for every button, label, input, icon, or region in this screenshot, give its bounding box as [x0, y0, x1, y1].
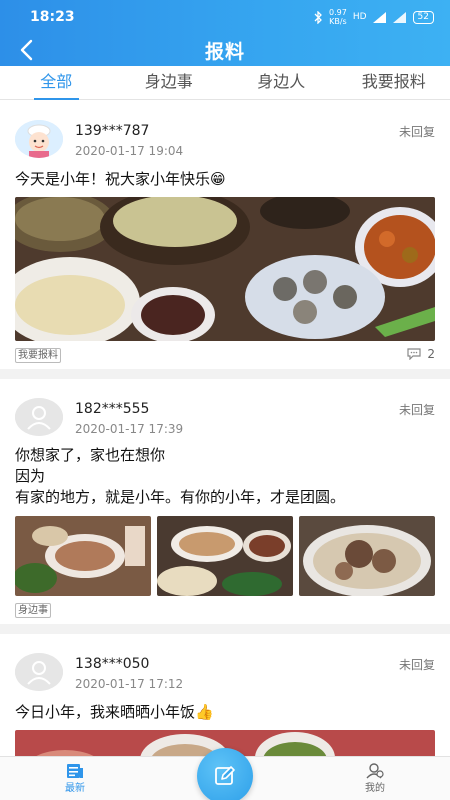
comment-button[interactable]: 2 — [407, 347, 435, 361]
tab-submit-report[interactable]: 我要报料 — [338, 66, 450, 99]
news-icon — [67, 764, 83, 778]
username[interactable]: 139***787 — [75, 123, 149, 139]
post-time: 2020-01-17 17:39 — [75, 422, 184, 436]
battery-indicator: 52 — [412, 10, 434, 24]
tab-nearby-people[interactable]: 身边人 — [225, 66, 338, 99]
username[interactable]: 182***555 — [75, 401, 149, 417]
post-content: 今天是小年！祝大家小年快乐😁 — [15, 170, 226, 188]
post-time: 2020-01-17 17:12 — [75, 677, 184, 691]
post-footer: 我要报料 2 — [15, 341, 435, 369]
default-avatar-icon — [15, 398, 63, 436]
chef-avatar-icon — [15, 120, 63, 158]
reply-status: 未回复 — [398, 125, 435, 139]
back-button[interactable] — [12, 36, 40, 64]
bluetooth-icon — [314, 10, 322, 24]
speed-value: 0.97 — [329, 8, 347, 17]
food-photo — [15, 516, 151, 596]
food-photo — [299, 516, 435, 596]
post-header: 138***050 2020-01-17 17:12 未回复 — [15, 634, 435, 696]
avatar[interactable] — [15, 653, 63, 691]
post-item[interactable]: 182***555 2020-01-17 17:39 未回复 你想家了，家也在想… — [0, 379, 450, 634]
post-image[interactable] — [157, 516, 293, 596]
profile-icon — [366, 763, 384, 779]
signal-icon-2 — [392, 11, 406, 23]
hd-label: HD — [352, 12, 367, 22]
content-line: 你想家了，家也在想你 — [15, 446, 166, 464]
nav-mine-label: 我的 — [365, 783, 385, 794]
back-arrow-icon — [20, 39, 33, 61]
page-title: 报料 — [204, 40, 245, 63]
post-header: 139***787 2020-01-17 19:04 未回复 — [15, 101, 435, 163]
app-root: 18:23 0.97 KB/s HD 52 报料 全部 身边事 身边人 我要报料… — [0, 0, 450, 800]
username[interactable]: 138***050 — [75, 656, 149, 672]
avatar[interactable] — [15, 120, 63, 158]
post-content: 今日小年，我来晒晒小年饭👍 — [15, 703, 214, 721]
post-content: 你想家了，家也在想你 因为 有家的地方，就是小年。有你的小年，才是团圆。 — [15, 441, 435, 508]
content-line: 有家的地方，就是小年。有你的小年，才是团圆。 — [15, 488, 346, 506]
tab-all[interactable]: 全部 — [0, 66, 113, 100]
post-image[interactable] — [15, 516, 151, 596]
header: 18:23 0.97 KB/s HD 52 报料 — [0, 0, 450, 66]
post-tag[interactable]: 身边事 — [15, 603, 51, 618]
status-icons: 0.97 KB/s HD 52 — [314, 8, 434, 26]
post-header: 182***555 2020-01-17 17:39 未回复 — [15, 379, 435, 441]
avatar[interactable] — [15, 398, 63, 436]
post-image-grid — [15, 516, 435, 596]
status-time: 18:23 — [30, 9, 75, 25]
default-avatar-icon — [15, 653, 63, 691]
status-bar: 18:23 0.97 KB/s HD 52 — [0, 0, 450, 34]
reply-status: 未回复 — [398, 658, 435, 672]
nav-mine[interactable]: 我的 — [300, 757, 450, 800]
post-image[interactable] — [299, 516, 435, 596]
nav-latest[interactable]: 最新 — [0, 757, 150, 800]
nav-latest-label: 最新 — [65, 783, 85, 794]
comment-count: 2 — [427, 347, 435, 361]
post-image[interactable] — [15, 197, 435, 341]
edit-icon — [215, 766, 235, 785]
tab-nearby-events[interactable]: 身边事 — [113, 66, 226, 99]
network-speed: 0.97 KB/s — [329, 8, 347, 26]
tab-bar: 全部 身边事 身边人 我要报料 — [0, 66, 450, 100]
food-photo — [15, 197, 435, 341]
post-item[interactable]: 138***050 2020-01-17 17:12 未回复 今日小年，我来晒晒… — [0, 634, 450, 756]
speed-unit: KB/s — [329, 17, 347, 26]
comment-icon — [407, 348, 421, 360]
post-item[interactable]: 139***787 2020-01-17 19:04 未回复 今天是小年！祝大家… — [0, 101, 450, 379]
food-photo — [157, 516, 293, 596]
compose-button[interactable] — [197, 748, 253, 800]
signal-icon — [372, 11, 386, 23]
reply-status: 未回复 — [398, 403, 435, 417]
title-bar: 报料 — [0, 34, 450, 66]
post-tag[interactable]: 我要报料 — [15, 348, 61, 363]
post-time: 2020-01-17 19:04 — [75, 144, 184, 158]
post-footer: 身边事 — [15, 596, 435, 624]
content-line: 因为 — [15, 467, 46, 485]
post-feed[interactable]: 139***787 2020-01-17 19:04 未回复 今天是小年！祝大家… — [0, 101, 450, 756]
